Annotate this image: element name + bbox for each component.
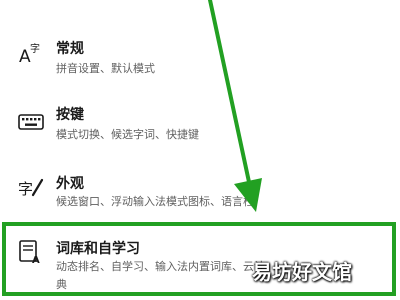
svg-text:字: 字 <box>30 42 40 55</box>
settings-item-description: 拼音设置、默认模式 <box>56 62 155 75</box>
settings-item-description-continuation: 典 <box>56 278 67 291</box>
settings-item-keys[interactable]: 按键 模式切换、候选字词、快捷键 <box>0 90 400 165</box>
settings-item-title: 外观 <box>56 176 84 192</box>
svg-text:字: 字 <box>18 180 33 198</box>
settings-item-title: 按键 <box>56 107 84 123</box>
settings-item-description: 候选窗口、浮动输入法模式图标、语言栏 <box>56 195 254 208</box>
settings-item-description: 动态排名、自学习、输入法内置词库、云计 <box>56 260 265 273</box>
keyboard-icon <box>18 110 44 134</box>
settings-item-appearance[interactable]: 字 外观 候选窗口、浮动输入法模式图标、语言栏 <box>0 165 400 220</box>
dictionary-icon: A <box>18 240 44 266</box>
settings-item-description: 模式切换、候选字词、快捷键 <box>56 128 199 141</box>
settings-item-general[interactable]: A 字 常规 拼音设置、默认模式 <box>0 0 400 90</box>
settings-item-title: 常规 <box>56 41 84 57</box>
settings-page: A 字 常规 拼音设置、默认模式 按键 模式切换、候选字词、快捷键 字 外观 候… <box>0 0 400 300</box>
appearance-brush-icon: 字 <box>18 175 44 199</box>
settings-item-title: 词库和自学习 <box>56 241 140 257</box>
svg-text:A: A <box>32 255 40 264</box>
font-size-icon: A 字 <box>18 42 44 67</box>
watermark: 易坊好文馆 <box>252 260 352 284</box>
